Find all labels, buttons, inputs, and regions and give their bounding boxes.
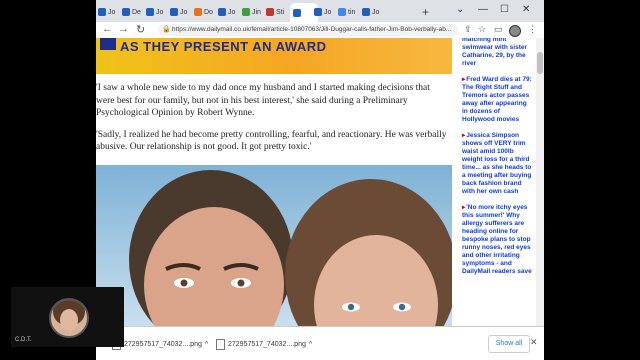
browser-tab[interactable]: Jo <box>146 4 168 20</box>
sidebar-story-link[interactable]: Alexandra Daddario, 36, puts on a busty … <box>462 38 534 68</box>
browser-tab[interactable]: Sti <box>266 4 288 20</box>
webcam-overlay: C.D.T. <box>11 287 124 347</box>
tab-label: Jin <box>252 8 261 16</box>
menu-kebab-icon[interactable]: ⋮ <box>528 24 537 35</box>
tab-favicon-icon <box>266 8 274 16</box>
award-banner-image: AS THEY PRESENT AN AWARD <box>96 38 452 74</box>
tab-favicon-icon <box>170 8 178 16</box>
lock-icon: 🔒 <box>162 26 171 33</box>
sidebar-stories: Alexandra Daddario, 36, puts on a busty … <box>462 38 534 300</box>
download-filename: 272957517_74032....png <box>124 341 202 348</box>
tab-search-icon[interactable]: ⌄ <box>456 4 464 15</box>
tab-label: tin <box>348 8 356 16</box>
tab-favicon-icon <box>338 8 346 16</box>
reload-icon[interactable]: ↻ <box>136 23 145 36</box>
webcam-label: C.D.T. <box>15 337 32 343</box>
tab-favicon-icon <box>242 8 250 16</box>
tab-favicon-icon <box>194 8 202 16</box>
tab-favicon-icon <box>218 8 226 16</box>
tab-bar: + ⌄ — ☐ ✕ Jo De Jo Jo Do Jo Jin Sti Jo tin Jo <box>96 0 544 22</box>
maximize-icon[interactable]: ☐ <box>500 4 509 15</box>
downloads-bar: 272957517_74032....png ^ 272957517_74032… <box>96 326 544 360</box>
article-body: 'I saw a whole new side to my dad once m… <box>96 82 452 163</box>
tab-label: Jo <box>108 8 116 16</box>
webcam-face-avatar <box>49 298 89 338</box>
browser-tab[interactable]: Jin <box>242 4 264 20</box>
tab-label: Jo <box>156 8 164 16</box>
share-icon[interactable]: ⇪ <box>464 24 472 35</box>
url-text: https://www.dailymail.co.uk/femail/artic… <box>172 26 452 33</box>
tab-label: Jo <box>372 8 380 16</box>
file-icon <box>216 339 225 350</box>
minimize-icon[interactable]: — <box>478 4 488 15</box>
close-downloads-icon[interactable]: ✕ <box>530 337 538 348</box>
sidebar-story-link[interactable]: Fred Ward dies at 79: The Right Stuff an… <box>462 76 534 124</box>
tab-label: Jo <box>180 8 188 16</box>
new-tab-button[interactable]: + <box>422 5 429 19</box>
browser-window: + ⌄ — ☐ ✕ Jo De Jo Jo Do Jo Jin Sti Jo tin Jo ← → … <box>96 0 544 360</box>
chevron-up-icon[interactable]: ^ <box>309 341 312 348</box>
web-page: AS THEY PRESENT AN AWARD 'I saw a whole … <box>96 38 544 326</box>
browser-tab[interactable]: Do <box>194 4 216 20</box>
browser-tab[interactable]: Jo <box>314 4 336 20</box>
download-item[interactable]: 272957517_74032....png ^ <box>216 339 312 350</box>
tab-favicon-icon <box>293 8 301 17</box>
tab-label: Jo <box>228 8 236 16</box>
tab-label: Sti <box>276 8 285 16</box>
tab-favicon-icon <box>146 8 154 16</box>
badge-icon <box>100 38 116 50</box>
forward-arrow-icon[interactable]: → <box>118 23 129 35</box>
close-window-icon[interactable]: ✕ <box>522 4 530 15</box>
browser-tab[interactable]: Jo <box>218 4 240 20</box>
show-all-button[interactable]: Show all <box>488 335 530 353</box>
sidebar-story-link[interactable]: 'No more itchy eyes this summer!' Why al… <box>462 204 534 276</box>
tab-favicon-icon <box>122 8 130 16</box>
browser-tab[interactable]: De <box>122 4 144 20</box>
back-arrow-icon[interactable]: ← <box>102 23 113 35</box>
address-bar[interactable]: 🔒 https://www.dailymail.co.uk/femail/art… <box>158 24 458 36</box>
article-paragraph: 'Sadly, I realized he had become pretty … <box>96 129 447 153</box>
browser-tab[interactable]: Jo <box>170 4 192 20</box>
download-item[interactable]: 272957517_74032....png ^ <box>112 339 208 350</box>
tab-favicon-icon <box>362 8 370 16</box>
tab-favicon-icon <box>314 8 322 16</box>
chevron-up-icon[interactable]: ^ <box>205 341 208 348</box>
banner-title: AS THEY PRESENT AN AWARD <box>120 39 327 54</box>
browser-toolbar: ← → ↻ 🔒 https://www.dailymail.co.uk/fema… <box>96 22 544 39</box>
article-paragraph: 'I saw a whole new side to my dad once m… <box>96 83 430 118</box>
scrollbar-thumb[interactable] <box>537 52 543 74</box>
tab-favicon-icon <box>98 8 106 16</box>
browser-tab[interactable]: Jo <box>98 4 120 20</box>
tab-label: Jo <box>324 8 332 16</box>
tab-label: De <box>132 8 141 16</box>
bookmark-star-icon[interactable]: ☆ <box>478 24 486 35</box>
scrollbar[interactable] <box>536 38 544 326</box>
profile-avatar[interactable] <box>509 25 521 37</box>
download-filename: 272957517_74032....png <box>228 341 306 348</box>
browser-tab[interactable]: Jo <box>362 4 384 20</box>
extensions-icon[interactable]: ▭ <box>494 24 503 35</box>
browser-tab[interactable]: tin <box>338 4 360 20</box>
article-photo <box>96 165 452 326</box>
sidebar-story-link[interactable]: Jessica Simpson shows off VERY trim wais… <box>462 132 534 196</box>
tab-label: Do <box>204 8 213 16</box>
